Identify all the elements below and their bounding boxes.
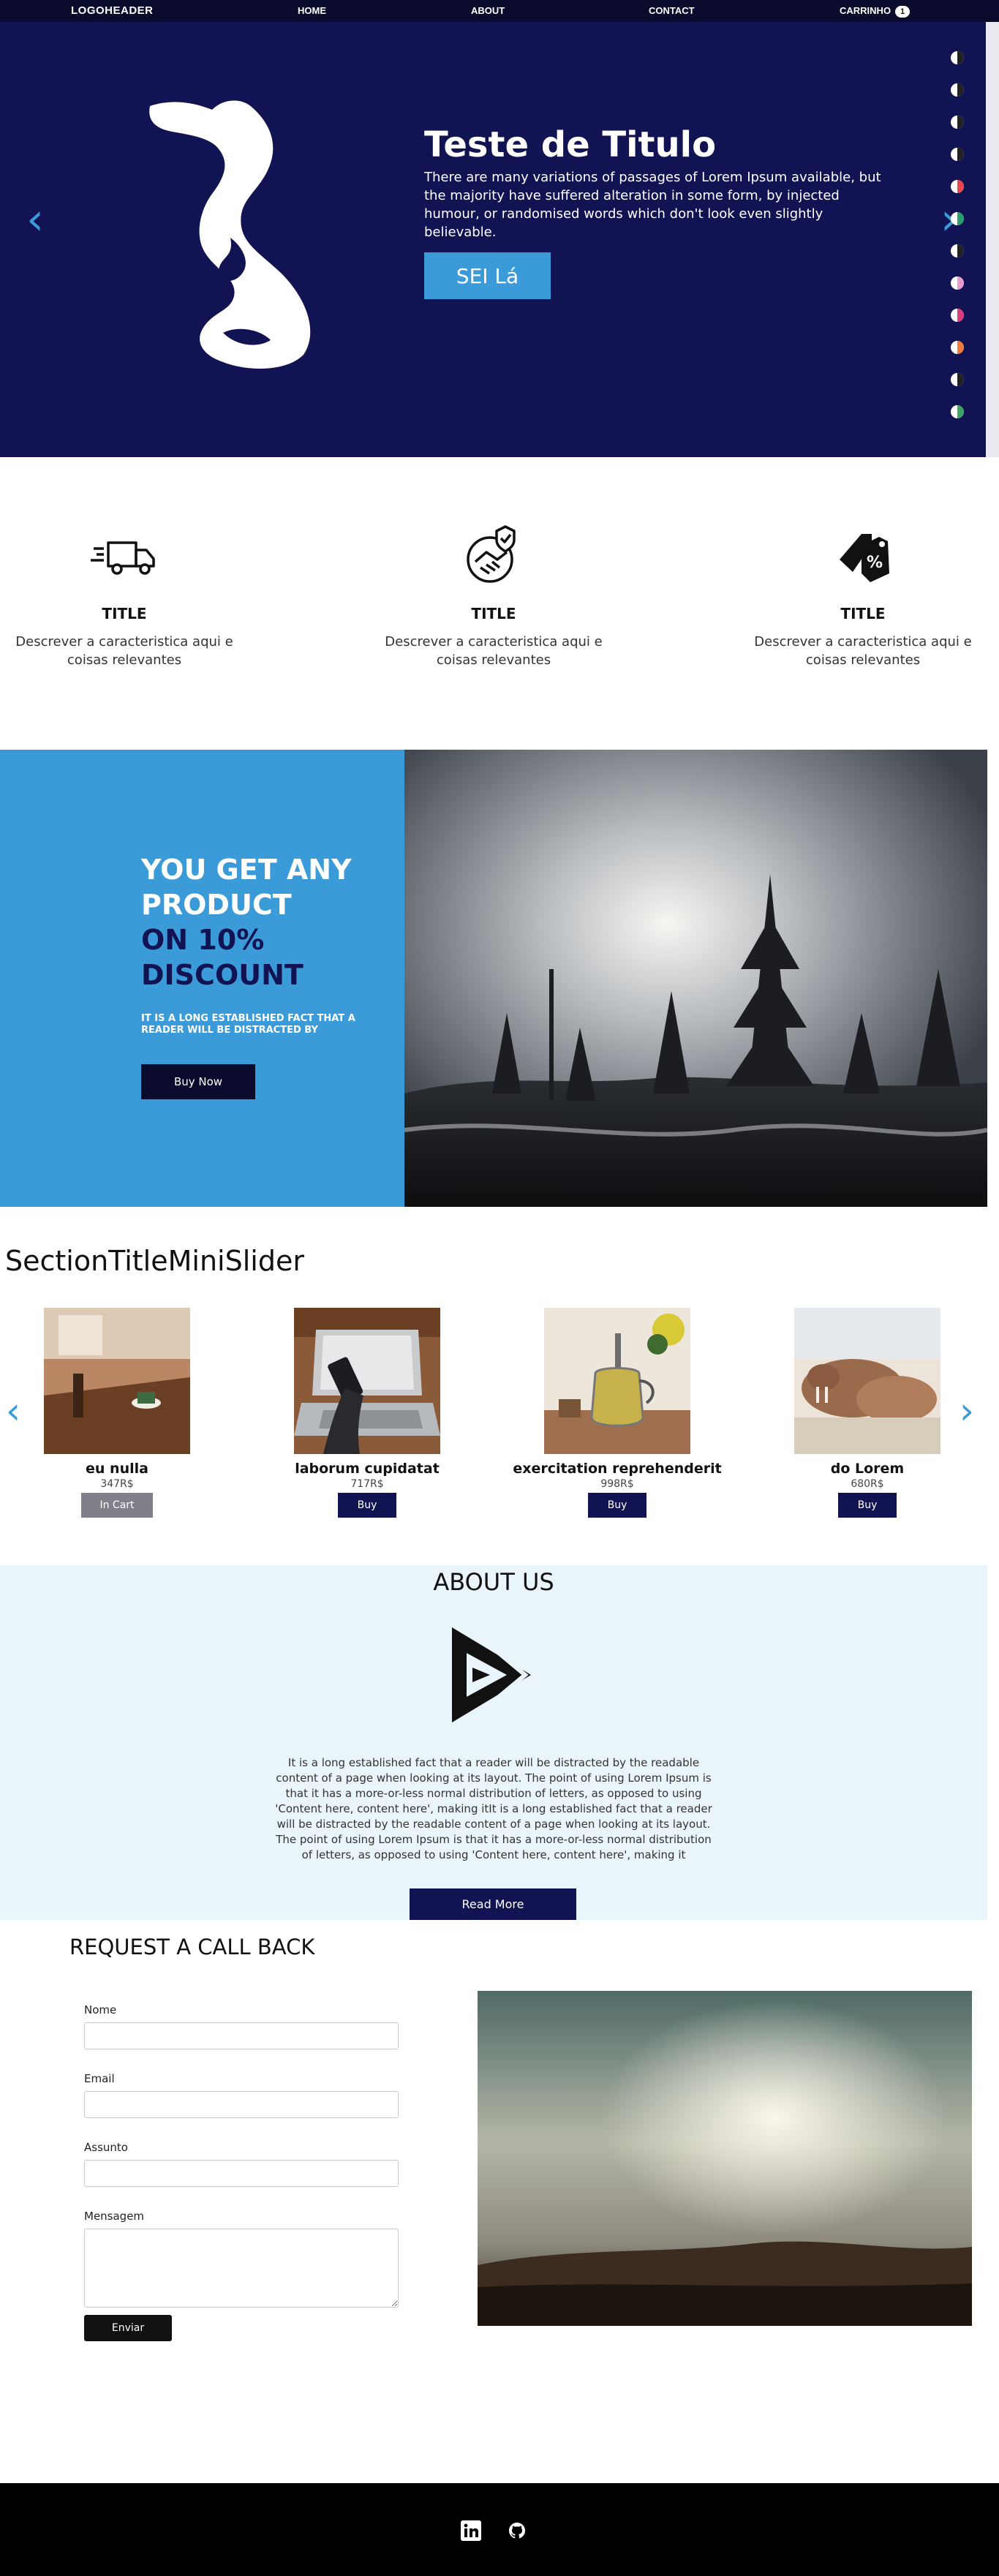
name-field[interactable] — [84, 2022, 399, 2049]
slide-dot[interactable] — [951, 373, 964, 386]
headline-line: DISCOUNT — [141, 959, 304, 991]
product-image-laptop-phone — [294, 1308, 440, 1454]
in-cart-button[interactable]: In Cart — [81, 1493, 153, 1518]
about-section: ABOUT US It is a long established fact t… — [0, 1565, 987, 1920]
feature-title: TITLE — [102, 605, 147, 622]
name-label: Nome — [84, 2003, 117, 2016]
discount-subtext: IT IS A LONG ESTABLISHED FACT THAT A REA… — [141, 1013, 355, 1036]
feature-text: Descrever a caracteristica aqui e coisas… — [15, 634, 233, 668]
slide-dot[interactable] — [951, 309, 964, 322]
about-title: ABOUT US — [433, 1568, 554, 1596]
secure-handshake-icon — [467, 525, 516, 583]
section-title: SectionTitleMiniSlider — [5, 1245, 304, 1277]
slide-dot[interactable] — [951, 51, 964, 64]
product-price: 717R$ — [350, 1478, 384, 1490]
feature-card: TITLE Descrever a caracteristica aqui e … — [0, 519, 249, 669]
mini-product-slider: SectionTitleMiniSlider ‹ › eu nulla 347R… — [0, 1207, 999, 1565]
product-name: laborum cupidatat — [295, 1461, 440, 1477]
feature-title: TITLE — [840, 605, 886, 622]
slide-dot[interactable] — [951, 180, 964, 193]
feature-title: TITLE — [471, 605, 516, 622]
product-price: 998R$ — [600, 1478, 634, 1490]
site-logo[interactable]: LOGOHEADER — [71, 4, 154, 17]
nav-cart[interactable]: CARRINHO 1 — [840, 5, 911, 18]
nav-about[interactable]: ABOUT — [471, 5, 505, 16]
submit-button[interactable]: Enviar — [84, 2315, 172, 2341]
callback-title: REQUEST A CALL BACK — [69, 1935, 315, 1959]
slide-dot[interactable] — [951, 341, 964, 354]
hero-figure-illustration — [149, 100, 311, 369]
product-card[interactable]: do Lorem 680R$ Buy — [758, 1308, 977, 1518]
headline-line: ON 10% — [141, 924, 265, 956]
product-image-cafe-table — [44, 1308, 190, 1454]
page-scrollbar[interactable] — [986, 22, 999, 457]
buy-button[interactable]: Buy — [588, 1493, 646, 1518]
slide-dot[interactable] — [951, 244, 964, 257]
about-text: It is a long established fact that a rea… — [275, 1756, 712, 1861]
headline-line: YOU GET ANY — [141, 854, 352, 886]
headline-line: PRODUCT — [141, 889, 292, 921]
subject-label: Assunto — [84, 2141, 128, 2154]
email-field[interactable] — [84, 2091, 399, 2118]
hero-cta-button[interactable]: SEI Lá — [424, 252, 551, 299]
nav-home[interactable]: HOME — [298, 5, 326, 16]
callback-section: REQUEST A CALL BACK Nome Email Assunto M… — [0, 1920, 999, 2483]
hero-title: Teste de Titulo — [424, 124, 717, 165]
github-icon[interactable] — [506, 2520, 528, 2542]
message-field[interactable] — [84, 2229, 399, 2308]
slide-dot[interactable] — [951, 148, 964, 161]
buy-button[interactable]: Buy — [838, 1493, 897, 1518]
hero-description: There are many variations of passages of… — [424, 170, 881, 240]
feature-card: TITLE Descrever a caracteristica aqui e … — [369, 519, 618, 669]
slide-dot[interactable] — [951, 405, 964, 418]
buy-now-button[interactable]: Buy Now — [141, 1064, 255, 1099]
hero-slider: Teste de Titulo There are many variation… — [0, 22, 999, 457]
read-more-button[interactable]: Read More — [410, 1888, 576, 1920]
discount-headline-navy: ON 10% DISCOUNT — [141, 922, 304, 993]
nav-contact[interactable]: CONTACT — [649, 5, 695, 16]
product-card[interactable]: exercitation reprehenderit 998R$ Buy — [508, 1308, 727, 1518]
message-label: Mensagem — [84, 2210, 145, 2223]
product-name: exercitation reprehenderit — [513, 1461, 722, 1477]
product-image-walrus — [794, 1308, 940, 1454]
product-price: 680R$ — [851, 1478, 884, 1490]
fast-delivery-truck-icon — [91, 541, 155, 575]
product-card[interactable]: laborum cupidatat 717R$ Buy — [257, 1308, 477, 1518]
subject-field[interactable] — [84, 2160, 399, 2187]
forest-fog-photo — [404, 750, 987, 1207]
product-price: 347R$ — [100, 1478, 134, 1490]
linkedin-icon[interactable] — [460, 2520, 482, 2542]
product-card[interactable]: eu nulla 347R$ In Cart — [7, 1308, 227, 1518]
product-name: do Lorem — [830, 1461, 905, 1477]
feature-text: Descrever a caracteristica aqui e coisas… — [385, 634, 603, 668]
product-image-teapot — [544, 1308, 690, 1454]
product-name: eu nulla — [86, 1461, 148, 1477]
sky-landscape-photo — [478, 1991, 972, 2326]
brand-triangle-logo — [452, 1627, 531, 1722]
slide-dot[interactable] — [951, 116, 964, 129]
discount-tag-icon: % — [840, 534, 889, 582]
top-navbar: LOGOHEADER HOME ABOUT CONTACT CARRINHO 1 — [0, 0, 999, 22]
discount-banner: YOU GET ANY PRODUCT ON 10% DISCOUNT IT I… — [0, 750, 987, 1207]
discount-text-panel: YOU GET ANY PRODUCT ON 10% DISCOUNT IT I… — [0, 750, 404, 1207]
footer — [0, 2483, 999, 2576]
slide-dot[interactable] — [951, 83, 964, 97]
email-label: Email — [84, 2072, 115, 2085]
slide-indicator-dots — [951, 51, 964, 461]
cart-count-badge: 1 — [895, 6, 911, 18]
features-section: TITLE Descrever a caracteristica aqui e … — [0, 457, 999, 750]
chevron-left-icon[interactable]: ‹ — [20, 197, 50, 241]
svg-text:%: % — [867, 554, 883, 572]
feature-text: Descrever a caracteristica aqui e coisas… — [754, 634, 972, 668]
cart-label: CARRINHO — [840, 5, 891, 16]
discount-headline-white: YOU GET ANY PRODUCT — [141, 852, 352, 922]
buy-button[interactable]: Buy — [338, 1493, 396, 1518]
slide-dot[interactable] — [951, 276, 964, 290]
feature-card: % TITLE Descrever a caracteristica aqui … — [739, 519, 987, 669]
slide-dot[interactable] — [951, 212, 964, 225]
